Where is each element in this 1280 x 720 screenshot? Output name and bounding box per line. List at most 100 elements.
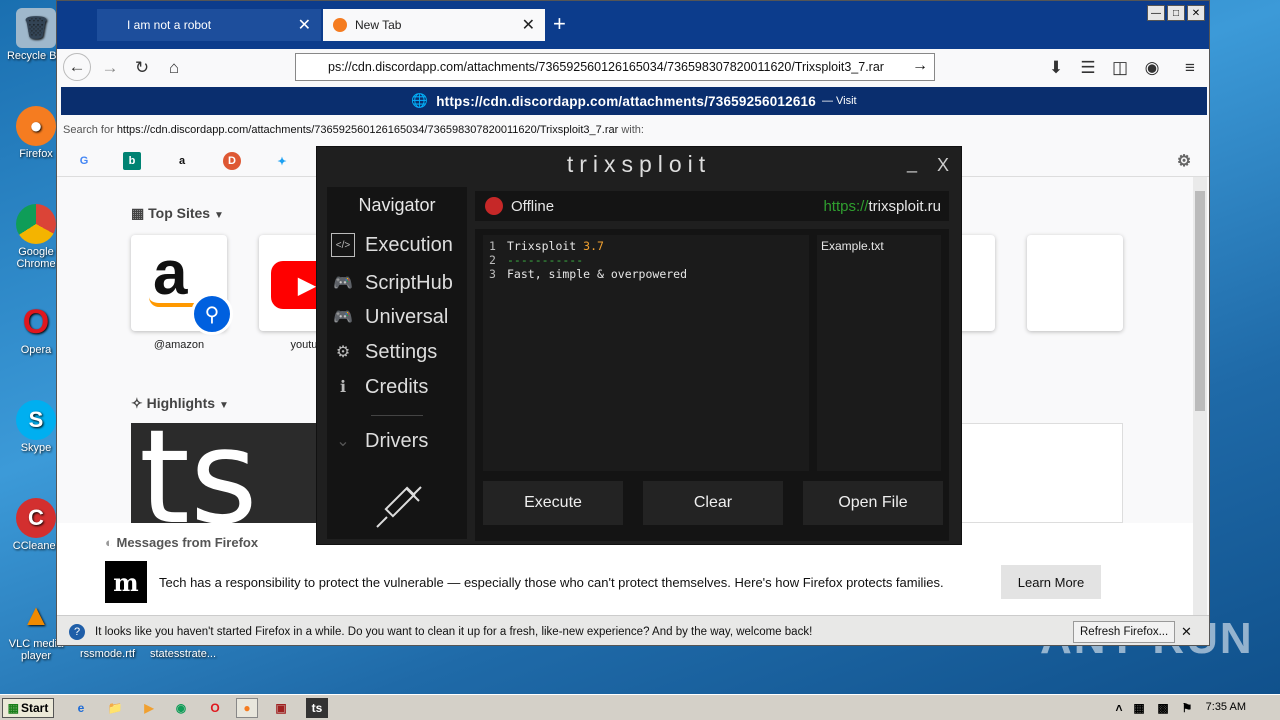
syringe-icon bbox=[371, 481, 427, 531]
firefox-taskbar-icon[interactable]: ● bbox=[236, 698, 258, 718]
navigator-title: Navigator bbox=[358, 195, 436, 215]
nav-item-universal[interactable]: 🎮 Universal bbox=[331, 301, 465, 333]
google-icon[interactable]: G bbox=[75, 152, 93, 170]
firefox-logo-icon: ◐ bbox=[105, 535, 113, 550]
go-arrow-icon[interactable]: → bbox=[912, 57, 928, 75]
chevron-down-icon: ⌄ bbox=[336, 433, 350, 450]
status-bar: Offline https://trixsploit.ru bbox=[475, 191, 949, 221]
tray-up-arrow-icon[interactable]: ˄ bbox=[1108, 698, 1130, 718]
reload-icon[interactable]: ↻ bbox=[129, 55, 155, 81]
status-dot-icon bbox=[485, 197, 503, 215]
nav-bar: ← → ↻ ⌂ ps://cdn.discordapp.com/attachme… bbox=[57, 49, 1209, 85]
file-item[interactable]: Example.txt bbox=[821, 239, 937, 253]
duckduckgo-icon[interactable]: D bbox=[223, 152, 241, 170]
back-icon[interactable]: ← bbox=[63, 53, 91, 81]
url-suggestion-visit[interactable]: 🌐 https://cdn.discordapp.com/attachments… bbox=[61, 87, 1207, 115]
open-file-button[interactable]: Open File bbox=[803, 481, 943, 525]
desktop-file-rssmode[interactable]: rssmode.rtf bbox=[80, 648, 135, 660]
tab-i-am-not-a-robot[interactable]: I am not a robot ✕ bbox=[97, 9, 321, 41]
ccleaner-icon: C bbox=[16, 498, 56, 538]
new-tab-button[interactable]: + bbox=[553, 11, 566, 37]
top-sites-header[interactable]: ▦ Top Sites ▼ bbox=[131, 205, 224, 222]
close-icon[interactable]: ✕ bbox=[522, 15, 535, 35]
messages-header: ◐ Messages from Firefox bbox=[105, 535, 259, 550]
twitter-icon[interactable]: ✦ bbox=[273, 152, 291, 170]
firefox-icon bbox=[333, 18, 347, 32]
amazon-icon[interactable]: a bbox=[173, 152, 191, 170]
explorer-icon[interactable]: 📁 bbox=[104, 698, 126, 718]
winrar-icon[interactable]: ▣ bbox=[270, 698, 292, 718]
library-icon[interactable]: ☰ bbox=[1075, 55, 1101, 81]
code-line: 3 Fast, simple & overpowered bbox=[489, 267, 688, 281]
close-window-icon[interactable]: ✕ bbox=[1187, 5, 1205, 21]
nav-item-scripthub[interactable]: 🎮 ScriptHub bbox=[331, 267, 465, 299]
desktop-file-statesstrate[interactable]: statesstrate... bbox=[150, 648, 216, 660]
close-icon[interactable]: ✕ bbox=[298, 15, 311, 35]
tab-bar: I am not a robot ✕ New Tab ✕ + — □ ✕ bbox=[57, 1, 1209, 49]
menu-icon[interactable]: ≡ bbox=[1177, 55, 1203, 81]
highlight-image-ts-logo: ts bbox=[139, 423, 258, 523]
top-site-label: @amazon bbox=[153, 339, 205, 351]
globe-icon: 🌐 bbox=[411, 93, 429, 108]
home-icon[interactable]: ⌂ bbox=[161, 55, 187, 81]
page-scrollbar[interactable] bbox=[1193, 177, 1207, 615]
bing-icon[interactable]: b bbox=[123, 152, 141, 170]
nav-item-execution[interactable]: </> Execution bbox=[331, 229, 465, 261]
ie-icon[interactable]: e bbox=[70, 698, 92, 718]
script-file-list: Example.txt bbox=[817, 235, 941, 471]
visit-url: https://cdn.discordapp.com/attachments/7… bbox=[436, 93, 816, 109]
top-site-empty[interactable] bbox=[1027, 235, 1123, 331]
chevron-down-icon: ▼ bbox=[213, 210, 224, 221]
opera-taskbar-icon[interactable]: O bbox=[204, 698, 226, 718]
clock[interactable]: 7:35 AM bbox=[1206, 701, 1246, 713]
highlight-card-image[interactable]: ts bbox=[131, 423, 321, 523]
trixsploit-title: trixsploit bbox=[566, 151, 712, 177]
nav-item-credits[interactable]: ℹ Credits bbox=[331, 371, 465, 403]
sidebar-icon[interactable]: ◫ bbox=[1107, 55, 1133, 81]
firefox-icon: ● bbox=[16, 106, 56, 146]
trixsploit-window: trixsploit _ X Navigator </> Execution 🎮… bbox=[316, 146, 962, 545]
account-icon[interactable]: ◉ bbox=[1139, 55, 1165, 81]
search-badge-icon: ⚲ bbox=[191, 293, 233, 335]
clear-button[interactable]: Clear bbox=[643, 481, 783, 525]
refresh-firefox-button[interactable]: Refresh Firefox... bbox=[1073, 621, 1176, 643]
maximize-icon[interactable]: □ bbox=[1167, 5, 1185, 21]
close-button[interactable]: X bbox=[937, 155, 949, 176]
learn-more-button[interactable]: Learn More bbox=[1001, 565, 1101, 599]
media-player-icon[interactable]: ▶ bbox=[138, 698, 160, 718]
download-icon[interactable]: ⬇ bbox=[1043, 55, 1069, 81]
start-button[interactable]: ▦ Start bbox=[2, 698, 54, 718]
notification-bar: ? It looks like you haven't started Fire… bbox=[57, 615, 1209, 645]
tray-flag-icon[interactable]: ⚑ bbox=[1176, 698, 1198, 718]
script-editor[interactable]: 1 Trixsploit 3.7 2 ----------- 3 Fast, s… bbox=[483, 235, 809, 471]
trixsploit-taskbar-icon[interactable]: ts bbox=[306, 698, 328, 718]
chrome-taskbar-icon[interactable]: ◉ bbox=[170, 698, 192, 718]
top-site-amazon[interactable]: a ⚲ bbox=[131, 235, 233, 335]
settings-gear-icon[interactable]: ⚙ bbox=[1175, 152, 1193, 170]
help-icon: ? bbox=[69, 623, 85, 640]
tab-new-tab[interactable]: New Tab ✕ bbox=[323, 9, 545, 41]
gamepad-icon: 🎮 bbox=[333, 309, 353, 326]
navigator-panel: Navigator </> Execution 🎮 ScriptHub 🎮 Un… bbox=[327, 187, 467, 539]
notification-text: It looks like you haven't started Firefo… bbox=[95, 625, 813, 638]
tray-network-icon[interactable]: ▦ bbox=[1128, 698, 1150, 718]
minimize-icon[interactable]: — bbox=[1147, 5, 1165, 21]
mozilla-m-icon: m bbox=[105, 561, 147, 603]
highlight-card[interactable] bbox=[957, 423, 1123, 523]
nav-divider bbox=[371, 415, 423, 416]
chrome-icon bbox=[16, 204, 56, 244]
windows-logo-icon: ▦ bbox=[7, 701, 19, 715]
nav-item-settings[interactable]: ⚙ Settings bbox=[331, 336, 465, 368]
highlights-header[interactable]: ✧ Highlights ▼ bbox=[131, 395, 229, 412]
tray-display-icon[interactable]: ▩ bbox=[1152, 698, 1174, 718]
url-text: ps://cdn.discordapp.com/attachments/7365… bbox=[328, 60, 884, 74]
url-bar[interactable]: ps://cdn.discordapp.com/attachments/7365… bbox=[295, 53, 935, 81]
forward-icon[interactable]: → bbox=[97, 55, 123, 81]
nav-item-drivers[interactable]: ⌄ Drivers bbox=[331, 425, 465, 457]
close-icon[interactable]: ✕ bbox=[1181, 624, 1192, 640]
code-icon: </> bbox=[331, 233, 355, 257]
execute-button[interactable]: Execute bbox=[483, 481, 623, 525]
minimize-button[interactable]: _ bbox=[907, 153, 917, 174]
visit-label: — Visit bbox=[821, 95, 857, 107]
website-link[interactable]: https://trixsploit.ru bbox=[823, 198, 949, 215]
